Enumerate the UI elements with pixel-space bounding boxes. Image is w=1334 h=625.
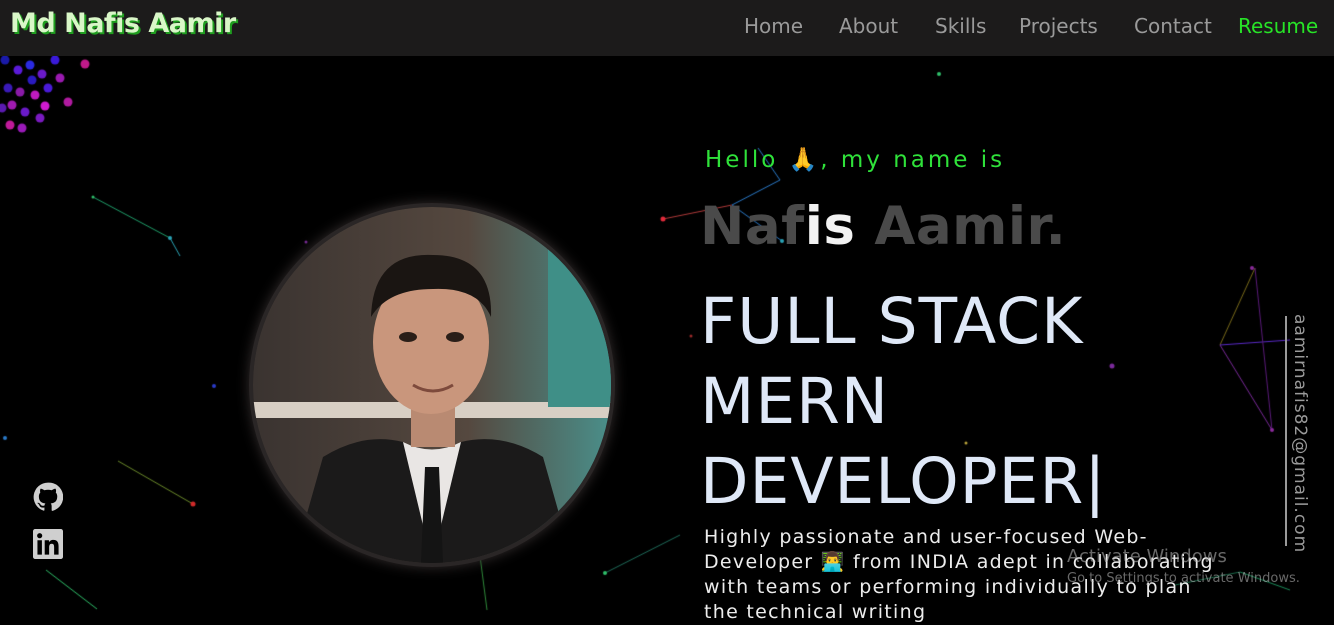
nav-about-link[interactable]: About	[839, 14, 898, 38]
role-line: FULL STACK	[700, 285, 1084, 358]
email-link[interactable]: aamirnafis82@gmail.com	[1290, 314, 1310, 553]
nav-skills-link[interactable]: Skills	[935, 14, 986, 38]
email-divider	[1285, 316, 1287, 546]
profile-photo-illustration	[253, 207, 611, 563]
hero-name: Nafis Aamir.	[700, 196, 1066, 257]
navbar: Md Nafis Aamir Home About Skills Project…	[0, 0, 1334, 56]
hero-name-dim-start: Naf	[700, 196, 805, 257]
nav-resume-link[interactable]: Resume	[1238, 14, 1318, 38]
role-line: DEVELOPER|	[700, 445, 1107, 518]
nav-projects-link[interactable]: Projects	[1019, 14, 1098, 38]
role-line: MERN	[700, 365, 890, 438]
github-icon[interactable]	[33, 482, 64, 512]
profile-photo	[253, 207, 611, 563]
nav-home-link[interactable]: Home	[744, 14, 803, 38]
hero-name-highlight: is	[804, 196, 856, 257]
watermark-subtitle: Go to Settings to activate Windows.	[1067, 571, 1300, 586]
linkedin-icon[interactable]	[33, 529, 63, 559]
hero-name-dim-end: Aamir.	[855, 196, 1067, 257]
nav-contact-link[interactable]: Contact	[1134, 14, 1212, 38]
greeting-text: Hello 🙏, my name is	[705, 147, 1006, 173]
watermark-title: Activate Windows	[1067, 546, 1227, 567]
windows-activation-watermark: Activate Windows Go to Settings to activ…	[1067, 545, 1300, 589]
role-title: FULL STACK MERN DEVELOPER|	[700, 282, 1220, 522]
brand-logo[interactable]: Md Nafis Aamir	[10, 8, 236, 39]
